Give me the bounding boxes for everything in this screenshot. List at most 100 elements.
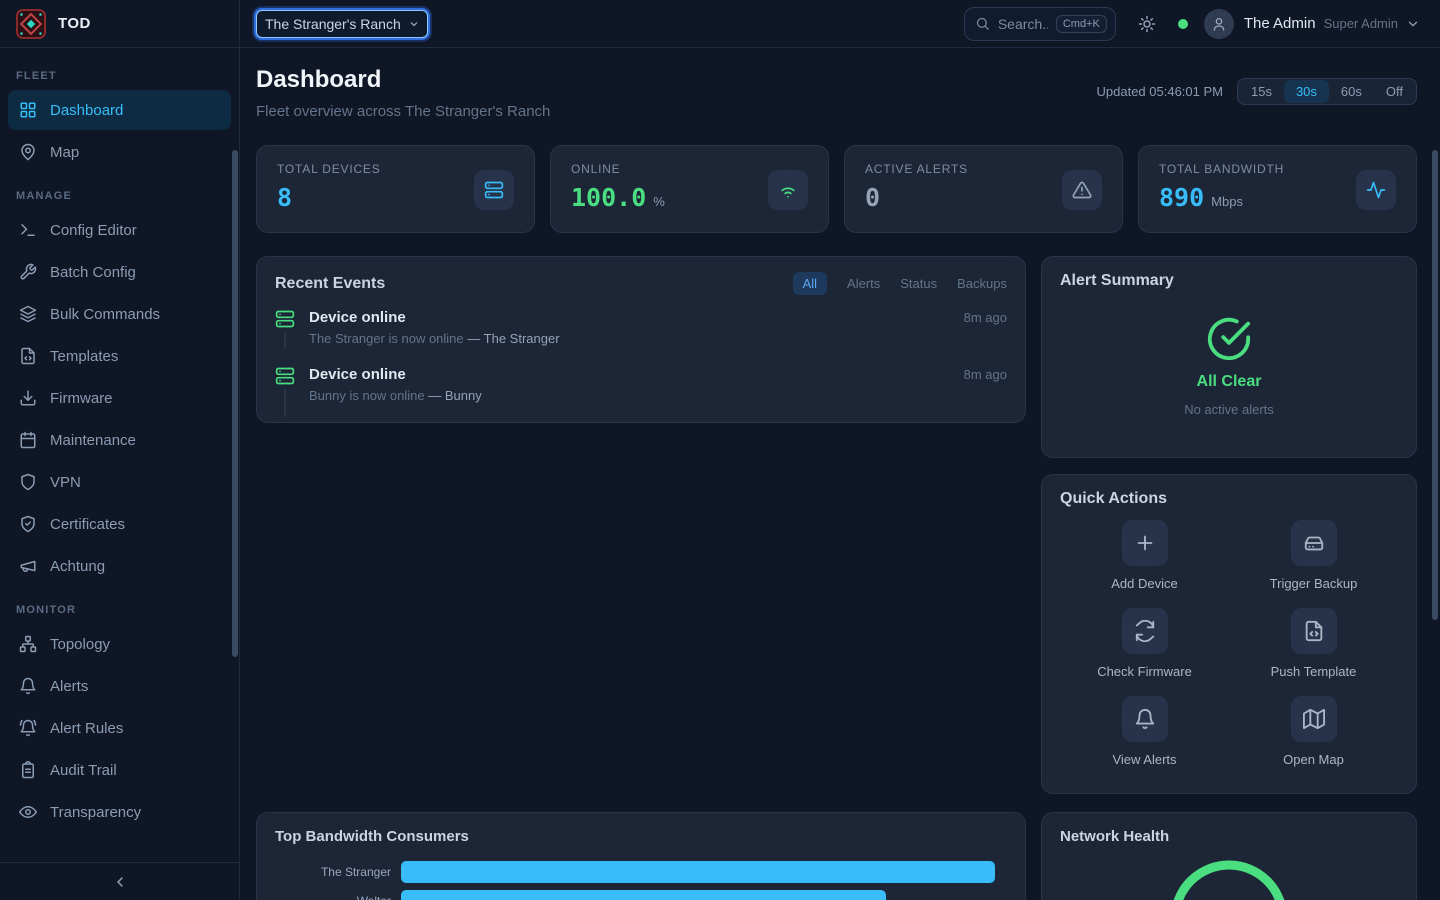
bell-icon (1134, 708, 1156, 730)
search-input[interactable] (998, 16, 1048, 32)
quick-action-label: Push Template (1271, 664, 1357, 679)
sidebar-item-firmware[interactable]: Firmware (8, 378, 231, 418)
sidebar-item-maintenance[interactable]: Maintenance (8, 420, 231, 460)
stat-value: 890 (1159, 183, 1204, 212)
open-map-button[interactable]: Open Map (1229, 696, 1398, 767)
topbar-right: Cmd+K The Admin Super Admin (964, 7, 1440, 41)
sidebar-item-label: VPN (50, 474, 81, 491)
trigger-backup-button[interactable]: Trigger Backup (1229, 520, 1398, 591)
sidebar-item-batch-config[interactable]: Batch Config (8, 252, 231, 292)
sidebar-item-dashboard[interactable]: Dashboard (8, 90, 231, 130)
add-device-button[interactable]: Add Device (1060, 520, 1229, 591)
event-description: The Stranger is now online (309, 331, 464, 346)
sidebar-item-bulk-commands[interactable]: Bulk Commands (8, 294, 231, 334)
sidebar-item-label: Firmware (50, 390, 113, 407)
alert-summary-status: All Clear (1197, 373, 1262, 391)
sidebar-item-topology[interactable]: Topology (8, 624, 231, 664)
event-tab-backups[interactable]: Backups (957, 272, 1007, 295)
page-title: Dashboard (256, 66, 550, 94)
alert-summary-title: Alert Summary (1060, 272, 1398, 290)
sidebar-item-audit-trail[interactable]: Audit Trail (8, 750, 231, 790)
app-name: TOD (58, 15, 91, 32)
event-row: Device online 8m ago Bunny is now online… (275, 366, 1007, 407)
sidebar-item-label: Dashboard (50, 102, 123, 119)
sidebar-item-transparency[interactable]: Transparency (8, 792, 231, 832)
avatar[interactable] (1204, 9, 1234, 39)
user-menu-button[interactable] (1406, 17, 1420, 31)
map-icon (1303, 708, 1325, 730)
sidebar-item-templates[interactable]: Templates (8, 336, 231, 376)
sidebar-scrollbar[interactable] (232, 150, 238, 657)
bell-ring-icon (19, 719, 37, 737)
event-list: Device online 8m ago The Stranger is now… (275, 309, 1007, 407)
site-selector[interactable]: The Stranger's Ranch (256, 10, 428, 38)
stat-card-total-bandwidth: TOTAL BANDWIDTH 890 Mbps (1138, 145, 1417, 233)
sidebar-item-achtung[interactable]: Achtung (8, 546, 231, 586)
check-firmware-button[interactable]: Check Firmware (1060, 608, 1229, 679)
view-alerts-button[interactable]: View Alerts (1060, 696, 1229, 767)
quick-action-label: Add Device (1111, 576, 1177, 591)
wrench-icon (19, 263, 37, 281)
event-row: Device online 8m ago The Stranger is now… (275, 309, 1007, 366)
refresh-interval-15s[interactable]: 15s (1239, 80, 1284, 103)
bandwidth-bars: The Stranger Walter (275, 861, 1007, 900)
sidebar-item-label: Bulk Commands (50, 306, 160, 323)
event-title: Device online (309, 309, 406, 326)
event-description: Bunny is now online (309, 388, 425, 403)
stat-suffix: Mbps (1211, 194, 1243, 209)
search-icon (975, 16, 990, 31)
network-health-title: Network Health (1060, 828, 1169, 845)
bandwidth-chart-title: Top Bandwidth Consumers (275, 828, 469, 845)
event-tab-all[interactable]: All (793, 272, 827, 295)
sidebar-footer (0, 862, 239, 900)
theme-toggle-button[interactable] (1138, 15, 1156, 33)
sidebar-item-map[interactable]: Map (8, 132, 231, 172)
sidebar-item-alerts[interactable]: Alerts (8, 666, 231, 706)
stat-suffix: % (653, 194, 665, 209)
refresh-interval-60s[interactable]: 60s (1329, 80, 1374, 103)
sidebar-item-config-editor[interactable]: Config Editor (8, 210, 231, 250)
sidebar-item-alert-rules[interactable]: Alert Rules (8, 708, 231, 748)
topbar: TOD The Stranger's Ranch Cmd+K (0, 0, 1440, 48)
quick-action-label: Open Map (1283, 752, 1344, 767)
refresh-interval-off[interactable]: Off (1374, 80, 1415, 103)
calendar-icon (19, 431, 37, 449)
stat-value: 100.0 (571, 183, 646, 212)
sidebar-item-label: Maintenance (50, 432, 136, 449)
refresh-interval-30s[interactable]: 30s (1284, 80, 1329, 103)
terminal-icon (19, 221, 37, 239)
event-filter-tabs: All Alerts Status Backups (793, 272, 1007, 295)
main-scrollbar[interactable] (1432, 150, 1438, 620)
sidebar-item-label: Alerts (50, 678, 88, 695)
alert-summary-detail: No active alerts (1184, 402, 1274, 417)
event-device: — The Stranger (467, 331, 559, 346)
page-header: Dashboard Fleet overview across The Stra… (256, 66, 1417, 120)
file-code-icon (19, 347, 37, 365)
event-tab-alerts[interactable]: Alerts (847, 272, 880, 295)
activity-icon (1366, 180, 1386, 200)
plus-icon (1134, 532, 1156, 554)
recent-events-panel: Recent Events All Alerts Status Backups (256, 256, 1026, 423)
collapse-sidebar-button[interactable] (112, 874, 128, 890)
network-health-score: 100 (1169, 859, 1289, 900)
quick-action-label: View Alerts (1112, 752, 1176, 767)
event-time: 8m ago (964, 367, 1007, 382)
bandwidth-chart-panel: Top Bandwidth Consumers The Stranger Wal… (256, 812, 1026, 900)
sidebar-item-label: Config Editor (50, 222, 137, 239)
sidebar-item-vpn[interactable]: VPN (8, 462, 231, 502)
alert-summary-panel: Alert Summary All Clear No active alerts (1041, 256, 1417, 458)
eye-icon (19, 803, 37, 821)
user-icon (1211, 16, 1227, 32)
event-time: 8m ago (964, 310, 1007, 325)
event-title: Device online (309, 366, 406, 383)
bar-label: Walter (275, 894, 401, 900)
event-tab-status[interactable]: Status (900, 272, 937, 295)
quick-actions-panel: Quick Actions Add Device (1041, 474, 1417, 794)
stat-cards: TOTAL DEVICES 8 ONLINE 100.0 % (256, 145, 1417, 233)
push-template-button[interactable]: Push Template (1229, 608, 1398, 679)
search-box[interactable]: Cmd+K (964, 7, 1116, 41)
server-icon (275, 309, 295, 329)
wifi-icon (778, 180, 798, 200)
sidebar-item-certificates[interactable]: Certificates (8, 504, 231, 544)
refresh-icon (1134, 620, 1156, 642)
